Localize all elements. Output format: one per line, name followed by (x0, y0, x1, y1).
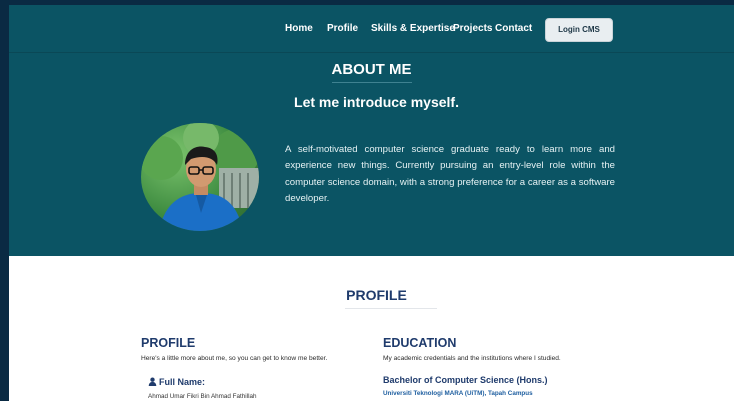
navbar: Home Profile Skills & Expertise Projects… (9, 5, 734, 53)
full-name-value: Ahmad Umar Fikri Bin Ahmad Fathillah (148, 393, 257, 400)
avatar-portrait-icon (141, 123, 259, 231)
avatar (141, 123, 259, 231)
profile-heading: PROFILE (141, 336, 196, 350)
about-subtitle: Let me introduce myself. (294, 94, 459, 110)
education-degree: Bachelor of Computer Science (Hons.) (383, 375, 548, 385)
education-school: Universiti Teknologi MARA (UiTM), Tapah … (383, 390, 533, 397)
login-cms-button[interactable]: Login CMS (545, 18, 613, 42)
about-section: ABOUT ME Let me introduce myself. A self… (9, 53, 734, 256)
profile-section-title: PROFILE (346, 287, 407, 303)
education-subheading: My academic credentials and the institut… (383, 355, 561, 362)
full-name-label: Full Name: (159, 377, 206, 387)
nav-skills-expertise[interactable]: Skills & Expertise (371, 23, 455, 34)
page-frame: Home Profile Skills & Expertise Projects… (9, 5, 734, 401)
profile-title-divider (345, 308, 437, 309)
nav-home[interactable]: Home (285, 23, 313, 34)
about-title-divider (332, 82, 412, 83)
about-description: A self-motivated computer science gradua… (285, 144, 615, 204)
user-icon (148, 377, 157, 386)
nav-projects[interactable]: Projects (453, 23, 492, 34)
profile-subheading: Here's a little more about me, so you ca… (141, 355, 328, 362)
full-name-label-row: Full Name: (148, 377, 205, 387)
profile-section: PROFILE PROFILE Here's a little more abo… (9, 256, 734, 401)
about-title: ABOUT ME (331, 61, 412, 78)
nav-contact[interactable]: Contact (495, 23, 532, 34)
nav-profile[interactable]: Profile (327, 23, 358, 34)
education-heading: EDUCATION (383, 336, 457, 350)
